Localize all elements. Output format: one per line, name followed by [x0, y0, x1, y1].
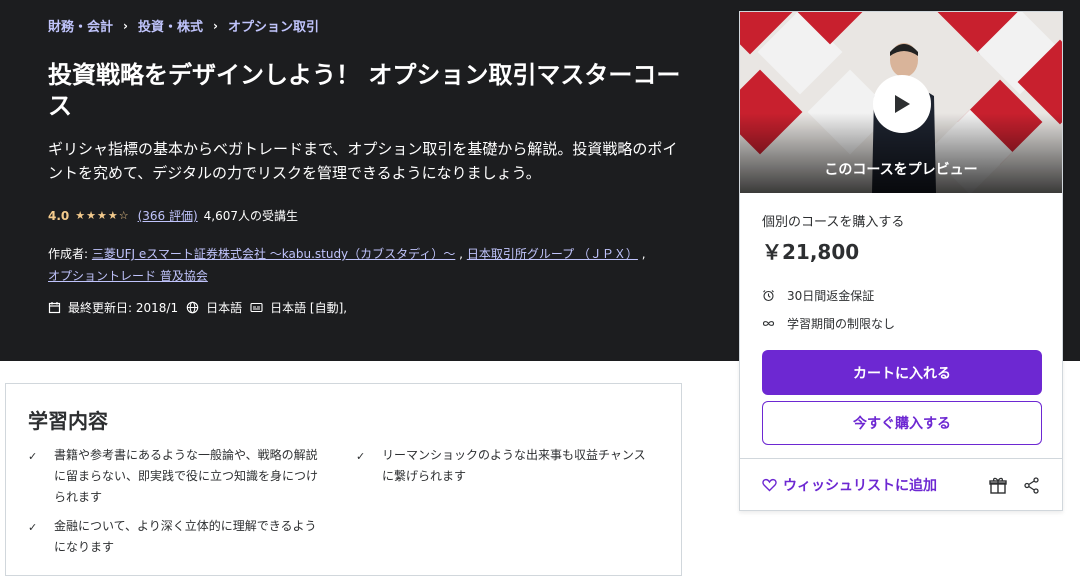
- rating-value: 4.0: [48, 208, 70, 223]
- globe-icon: [186, 301, 199, 314]
- creator-link-jpx[interactable]: 日本取引所グループ （ＪＰＸ）: [467, 247, 638, 261]
- what-you-will-learn: 学習内容 ✓ 書籍や参考書にあるような一般論や、戦略の解説に留まらない、即実践で…: [5, 383, 682, 576]
- chevron-right-icon: ›: [123, 18, 128, 33]
- breadcrumb-finance[interactable]: 財務・会計: [48, 16, 113, 35]
- footer-actions: [973, 476, 1040, 494]
- star-rating-icon: ★★★★☆: [75, 209, 130, 222]
- learn-item: ✓ リーマンショックのような出来事も収益チャンスに繋げられます: [356, 445, 656, 487]
- share-button[interactable]: [1023, 476, 1040, 494]
- calendar-icon: [48, 302, 61, 314]
- feature-lifetime: 学習期間の制限なし: [762, 315, 1040, 332]
- last-updated: 最終更新日: 2018/1: [48, 299, 178, 316]
- card-body: 個別のコースを購入する ￥21,800 30日間返金保証 学習期間の制限なし: [740, 193, 1062, 332]
- preview-label: このコースをプレビュー: [824, 162, 978, 178]
- play-button[interactable]: [873, 75, 931, 133]
- creator-label: 作成者:: [48, 247, 89, 261]
- breadcrumb-options[interactable]: オプション取引: [228, 16, 319, 35]
- heart-icon: [762, 478, 777, 492]
- course-price: ￥21,800: [762, 240, 860, 264]
- purchase-card: このコースをプレビュー 個別のコースを購入する ￥21,800 30日間返金保証…: [739, 11, 1063, 511]
- breadcrumb: 財務・会計 › 投資・株式 › オプション取引: [48, 16, 319, 36]
- creator-line: 作成者: 三菱UFJ eスマート証券株式会社 ～kabu.study（カブスタデ…: [48, 243, 688, 287]
- check-icon: ✓: [28, 450, 38, 463]
- student-count: 4,607人の受講生: [203, 209, 299, 223]
- feature-refund-text: 30日間返金保証: [787, 289, 875, 303]
- wishlist-label: ウィッシュリストに追加: [783, 478, 937, 494]
- share-icon: [1024, 476, 1039, 494]
- learn-item: ✓ 書籍や参考書にあるような一般論や、戦略の解説に留まらない、即実践で役に立つ知…: [28, 445, 328, 508]
- card-footer: ウィッシュリストに追加: [740, 458, 1062, 511]
- feature-refund: 30日間返金保証: [762, 287, 1040, 304]
- course-meta: 最終更新日: 2018/1 日本語 日本語 [自動],: [48, 299, 355, 316]
- creator-link-kabu[interactable]: 三菱UFJ eスマート証券株式会社 ～kabu.study（カブスタディ）～: [92, 247, 455, 261]
- check-icon: ✓: [28, 521, 38, 534]
- play-icon: [895, 95, 910, 113]
- course-title: 投資戦略をデザインしよう！ オプション取引マスターコース: [48, 61, 681, 120]
- last-updated-text: 最終更新日: 2018/1: [68, 301, 179, 315]
- language: 日本語: [186, 299, 242, 316]
- check-icon: ✓: [356, 450, 366, 463]
- rating-row: 4.0 ★★★★☆ (366 評価) 4,607人の受講生: [48, 207, 298, 224]
- creator-separator: ,: [641, 247, 646, 261]
- captions-text: 日本語 [自動],: [270, 301, 348, 315]
- language-text: 日本語: [206, 301, 243, 315]
- captions-icon: [250, 302, 263, 313]
- infinity-icon: [762, 321, 775, 326]
- creator-link-option-association[interactable]: オプショントレード 普及協会: [48, 269, 208, 283]
- gift-icon: [989, 477, 1007, 494]
- learn-item-text: 金融について、より深く立体的に理解できるようになります: [54, 519, 317, 554]
- learn-item: ✓ 金融について、より深く立体的に理解できるようになります: [28, 516, 328, 558]
- course-preview[interactable]: このコースをプレビュー: [740, 12, 1062, 193]
- buy-now-button[interactable]: 今すぐ購入する: [762, 401, 1042, 445]
- purchase-label: 個別のコースを購入する: [762, 215, 905, 230]
- learn-item-text: リーマンショックのような出来事も収益チャンスに繋げられます: [382, 448, 646, 483]
- learn-item-text: 書籍や参考書にあるような一般論や、戦略の解説に留まらない、即実践で役に立つ知識を…: [54, 448, 319, 504]
- gift-button[interactable]: [989, 477, 1007, 494]
- chevron-right-icon: ›: [212, 18, 218, 33]
- learn-title: 学習内容: [28, 409, 108, 433]
- alarm-icon: [763, 290, 774, 302]
- feature-lifetime-text: 学習期間の制限なし: [787, 317, 896, 331]
- captions: 日本語 [自動],: [250, 299, 347, 316]
- creator-separator: ,: [459, 247, 463, 261]
- course-subtitle: ギリシャ指標の基本からベガトレードまで、オプション取引を基礎から解説。投資戦略の…: [48, 140, 678, 182]
- wishlist-button[interactable]: ウィッシュリストに追加: [762, 475, 937, 495]
- add-to-cart-button[interactable]: カートに入れる: [762, 350, 1042, 395]
- breadcrumb-investment[interactable]: 投資・株式: [138, 16, 203, 35]
- rating-count-link[interactable]: (366 評価): [138, 207, 198, 224]
